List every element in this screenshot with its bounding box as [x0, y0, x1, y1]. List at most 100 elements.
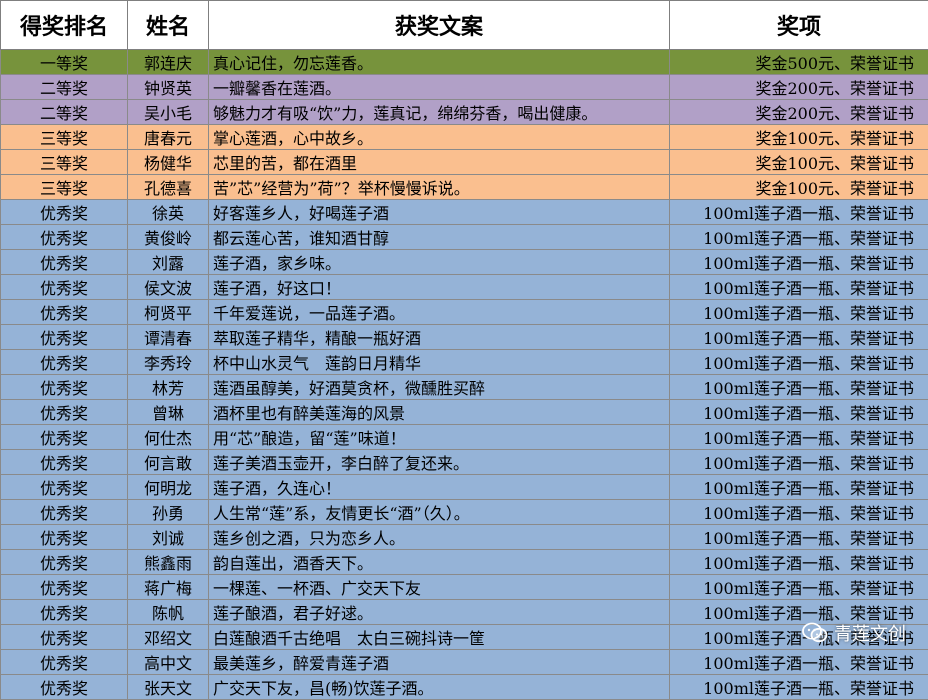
- rank-cell[interactable]: 优秀奖: [1, 450, 128, 475]
- slogan-cell[interactable]: 真心记住，勿忘莲香。: [209, 50, 670, 75]
- name-cell[interactable]: 郭连庆: [128, 50, 209, 75]
- slogan-cell[interactable]: 莲乡创之酒，只为恋乡人。: [209, 525, 670, 550]
- slogan-cell[interactable]: 一瓣馨香在莲酒。: [209, 75, 670, 100]
- slogan-cell[interactable]: 韵自莲出，酒香天下。: [209, 550, 670, 575]
- slogan-cell[interactable]: 莲酒虽醇美，好酒莫贪杯，微醺胜买醉: [209, 375, 670, 400]
- rank-cell[interactable]: 优秀奖: [1, 625, 128, 650]
- rank-cell[interactable]: 优秀奖: [1, 275, 128, 300]
- slogan-cell[interactable]: 酒杯里也有醉美莲海的风景: [209, 400, 670, 425]
- name-cell[interactable]: 何言敢: [128, 450, 209, 475]
- rank-cell[interactable]: 优秀奖: [1, 300, 128, 325]
- slogan-cell[interactable]: 莲子酒，好这口！: [209, 275, 670, 300]
- name-cell[interactable]: 林芳: [128, 375, 209, 400]
- slogan-cell[interactable]: 好客莲乡人，好喝莲子酒: [209, 200, 670, 225]
- rank-cell[interactable]: 优秀奖: [1, 525, 128, 550]
- prize-cell[interactable]: 100ml莲子酒一瓶、荣誉证书: [670, 475, 928, 500]
- name-cell[interactable]: 吴小毛: [128, 100, 209, 125]
- name-cell[interactable]: 陈帆: [128, 600, 209, 625]
- prize-cell[interactable]: 100ml莲子酒一瓶、荣誉证书: [670, 325, 928, 350]
- rank-cell[interactable]: 优秀奖: [1, 375, 128, 400]
- prize-cell[interactable]: 奖金100元、荣誉证书: [670, 125, 928, 150]
- name-cell[interactable]: 邓绍文: [128, 625, 209, 650]
- rank-cell[interactable]: 优秀奖: [1, 650, 128, 675]
- prize-cell[interactable]: 100ml莲子酒一瓶、荣誉证书: [670, 375, 928, 400]
- slogan-cell[interactable]: 莲子美酒玉壶开，李白醉了复还来。: [209, 450, 670, 475]
- prize-cell[interactable]: 100ml莲子酒一瓶、荣誉证书: [670, 350, 928, 375]
- slogan-cell[interactable]: 用“芯”酿造，留“莲”味道！: [209, 425, 670, 450]
- prize-cell[interactable]: 100ml莲子酒一瓶、荣誉证书: [670, 675, 928, 700]
- rank-cell[interactable]: 优秀奖: [1, 425, 128, 450]
- slogan-cell[interactable]: 一棵莲、一杯酒、广交天下友: [209, 575, 670, 600]
- rank-cell[interactable]: 优秀奖: [1, 250, 128, 275]
- name-cell[interactable]: 杨健华: [128, 150, 209, 175]
- name-cell[interactable]: 李秀玲: [128, 350, 209, 375]
- name-cell[interactable]: 刘露: [128, 250, 209, 275]
- rank-cell[interactable]: 优秀奖: [1, 475, 128, 500]
- name-cell[interactable]: 何明龙: [128, 475, 209, 500]
- rank-cell[interactable]: 优秀奖: [1, 600, 128, 625]
- rank-cell[interactable]: 优秀奖: [1, 550, 128, 575]
- rank-cell[interactable]: 优秀奖: [1, 350, 128, 375]
- name-cell[interactable]: 刘诚: [128, 525, 209, 550]
- slogan-cell[interactable]: 广交天下友，昌(畅)饮莲子酒。: [209, 675, 670, 700]
- slogan-cell[interactable]: 莲子酒，家乡味。: [209, 250, 670, 275]
- prize-cell[interactable]: 奖金200元、荣誉证书: [670, 75, 928, 100]
- slogan-cell[interactable]: 千年爱莲说，一品莲子酒。: [209, 300, 670, 325]
- header-name[interactable]: 姓名: [128, 1, 209, 50]
- prize-cell[interactable]: 100ml莲子酒一瓶、荣誉证书: [670, 500, 928, 525]
- rank-cell[interactable]: 三等奖: [1, 175, 128, 200]
- rank-cell[interactable]: 一等奖: [1, 50, 128, 75]
- name-cell[interactable]: 徐英: [128, 200, 209, 225]
- prize-cell[interactable]: 奖金100元、荣誉证书: [670, 150, 928, 175]
- name-cell[interactable]: 唐春元: [128, 125, 209, 150]
- prize-cell[interactable]: 100ml莲子酒一瓶、荣誉证书: [670, 300, 928, 325]
- prize-cell[interactable]: 奖金500元、荣誉证书: [670, 50, 928, 75]
- rank-cell[interactable]: 二等奖: [1, 100, 128, 125]
- slogan-cell[interactable]: 都云莲心苦，谁知酒甘醇: [209, 225, 670, 250]
- name-cell[interactable]: 曾琳: [128, 400, 209, 425]
- slogan-cell[interactable]: 杯中山水灵气 莲韵日月精华: [209, 350, 670, 375]
- rank-cell[interactable]: 二等奖: [1, 75, 128, 100]
- rank-cell[interactable]: 三等奖: [1, 125, 128, 150]
- prize-cell[interactable]: 100ml莲子酒一瓶、荣誉证书: [670, 425, 928, 450]
- prize-cell[interactable]: 100ml莲子酒一瓶、荣誉证书: [670, 525, 928, 550]
- slogan-cell[interactable]: 苦”芯”经营为”荷”？举杯慢慢诉说。: [209, 175, 670, 200]
- name-cell[interactable]: 何仕杰: [128, 425, 209, 450]
- header-slogan[interactable]: 获奖文案: [209, 1, 670, 50]
- name-cell[interactable]: 柯贤平: [128, 300, 209, 325]
- rank-cell[interactable]: 优秀奖: [1, 325, 128, 350]
- rank-cell[interactable]: 优秀奖: [1, 200, 128, 225]
- name-cell[interactable]: 熊鑫雨: [128, 550, 209, 575]
- name-cell[interactable]: 谭清春: [128, 325, 209, 350]
- header-rank[interactable]: 得奖排名: [1, 1, 128, 50]
- slogan-cell[interactable]: 最美莲乡，醉爱青莲子酒: [209, 650, 670, 675]
- rank-cell[interactable]: 优秀奖: [1, 400, 128, 425]
- prize-cell[interactable]: 100ml莲子酒一瓶、荣誉证书: [670, 225, 928, 250]
- prize-cell[interactable]: 奖金200元、荣誉证书: [670, 100, 928, 125]
- slogan-cell[interactable]: 够魅力才有吸“饮”力，莲真记，绵绵芬香，喝出健康。: [209, 100, 670, 125]
- prize-cell[interactable]: 100ml莲子酒一瓶、荣誉证书: [670, 400, 928, 425]
- name-cell[interactable]: 侯文波: [128, 275, 209, 300]
- rank-cell[interactable]: 优秀奖: [1, 675, 128, 700]
- slogan-cell[interactable]: 莲子酒，久连心！: [209, 475, 670, 500]
- prize-cell[interactable]: 100ml莲子酒一瓶、荣誉证书: [670, 275, 928, 300]
- name-cell[interactable]: 钟贤英: [128, 75, 209, 100]
- header-prize[interactable]: 奖项: [670, 1, 928, 50]
- prize-cell[interactable]: 100ml莲子酒一瓶、荣誉证书: [670, 625, 928, 650]
- prize-cell[interactable]: 100ml莲子酒一瓶、荣誉证书: [670, 200, 928, 225]
- prize-cell[interactable]: 100ml莲子酒一瓶、荣誉证书: [670, 450, 928, 475]
- slogan-cell[interactable]: 莲子酿酒，君子好逑。: [209, 600, 670, 625]
- prize-cell[interactable]: 100ml莲子酒一瓶、荣誉证书: [670, 600, 928, 625]
- rank-cell[interactable]: 优秀奖: [1, 500, 128, 525]
- prize-cell[interactable]: 100ml莲子酒一瓶、荣誉证书: [670, 575, 928, 600]
- name-cell[interactable]: 高中文: [128, 650, 209, 675]
- slogan-cell[interactable]: 白莲酿酒千古绝唱 太白三碗抖诗一筐: [209, 625, 670, 650]
- prize-cell[interactable]: 奖金100元、荣誉证书: [670, 175, 928, 200]
- slogan-cell[interactable]: 萃取莲子精华，精酿一瓶好酒: [209, 325, 670, 350]
- slogan-cell[interactable]: 人生常“莲”系，友情更长“酒”（久）。: [209, 500, 670, 525]
- name-cell[interactable]: 蒋广梅: [128, 575, 209, 600]
- rank-cell[interactable]: 优秀奖: [1, 575, 128, 600]
- rank-cell[interactable]: 优秀奖: [1, 225, 128, 250]
- slogan-cell[interactable]: 芯里的苦，都在酒里: [209, 150, 670, 175]
- prize-cell[interactable]: 100ml莲子酒一瓶、荣誉证书: [670, 250, 928, 275]
